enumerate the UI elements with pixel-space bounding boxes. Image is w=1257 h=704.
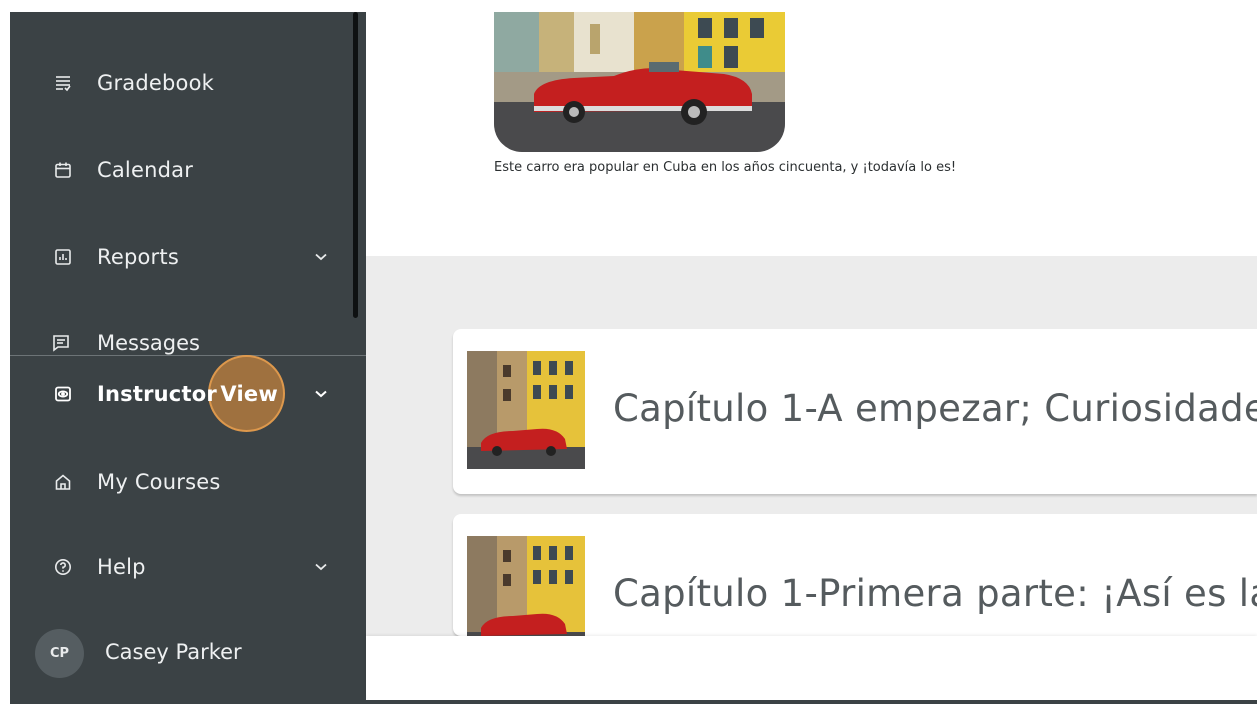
calendar-icon xyxy=(52,159,74,181)
sidebar-item-label: Instructor View xyxy=(97,382,278,406)
sidebar-item-gradebook[interactable]: Gradebook xyxy=(10,55,366,111)
sidebar-item-label: Messages xyxy=(97,331,200,355)
chevron-down-icon[interactable] xyxy=(312,385,330,403)
chapter-card[interactable]: Capítulo 1-A empezar; Curiosidades xyxy=(453,329,1257,494)
sidebar-item-messages[interactable]: Messages xyxy=(10,330,366,356)
sidebar-item-instructor-view[interactable]: Instructor View xyxy=(10,366,366,422)
instructor-label-part: Instructor xyxy=(97,382,217,406)
sidebar-item-calendar[interactable]: Calendar xyxy=(10,142,366,198)
app-window: Gradebook Calendar Reports Messages Inst… xyxy=(0,0,1257,704)
main-content: Este carro era popular en Cuba en los añ… xyxy=(366,0,1257,704)
home-icon xyxy=(52,471,74,493)
user-name[interactable]: Casey Parker xyxy=(105,640,242,664)
sidebar-divider xyxy=(10,355,366,356)
chapter-card[interactable]: Capítulo 1-Primera parte: ¡Así es la v xyxy=(453,514,1257,636)
sidebar-item-help[interactable]: Help xyxy=(10,539,366,595)
sidebar-item-my-courses[interactable]: My Courses xyxy=(10,454,366,510)
sidebar-item-label: Calendar xyxy=(97,158,194,182)
sidebar-item-reports[interactable]: Reports xyxy=(10,229,366,285)
gradebook-icon xyxy=(52,72,74,94)
sidebar-item-label: Help xyxy=(97,555,146,579)
window-edge xyxy=(0,0,10,704)
messages-icon xyxy=(52,334,74,356)
sidebar-item-label: Reports xyxy=(97,245,179,269)
chapter-title[interactable]: Capítulo 1-Primera parte: ¡Así es la v xyxy=(613,572,1257,615)
reports-icon xyxy=(52,246,74,268)
eye-icon xyxy=(52,383,74,405)
avatar[interactable]: CP xyxy=(35,629,84,678)
help-icon xyxy=(52,556,74,578)
chapter-thumbnail xyxy=(467,536,585,636)
chapter-title[interactable]: Capítulo 1-A empezar; Curiosidades xyxy=(613,387,1257,430)
chevron-down-icon[interactable] xyxy=(312,558,330,576)
sidebar-item-label: My Courses xyxy=(97,470,221,494)
sidebar-item-label: Gradebook xyxy=(97,71,215,95)
sidebar: Gradebook Calendar Reports Messages Inst… xyxy=(10,12,366,704)
footer-bar xyxy=(366,636,1257,704)
chevron-down-icon[interactable] xyxy=(312,248,330,266)
view-label-part: View xyxy=(220,382,278,406)
hero-caption: Este carro era popular en Cuba en los añ… xyxy=(494,160,957,175)
chapter-thumbnail xyxy=(467,351,585,469)
window-bottom-edge xyxy=(366,700,1257,704)
hero-image xyxy=(494,12,785,152)
